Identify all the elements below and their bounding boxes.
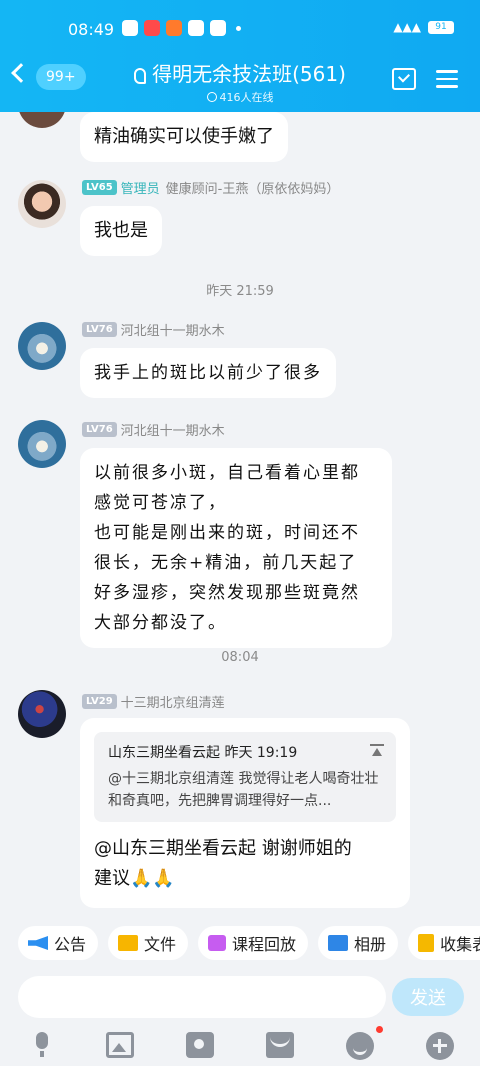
back-icon[interactable] (11, 63, 31, 83)
message-bubble[interactable]: 我手上的斑比以前少了很多 (80, 348, 336, 398)
camera-icon[interactable] (186, 1032, 214, 1058)
level-badge: LV29 (82, 694, 117, 709)
sender-name[interactable]: 健康顾问-王燕（原依依妈妈） (166, 178, 340, 197)
group-title: 得明无余技法班(561) (120, 58, 360, 87)
avatar[interactable] (18, 420, 66, 468)
quote-body: @十三期北京组清莲 我觉得让老人喝奇壮壮和奇真吧，先把脾胃调理得好一点... (108, 771, 379, 809)
app-notification-icon (122, 20, 138, 36)
shortcut-files[interactable]: 文件 (108, 926, 189, 960)
message-input[interactable] (18, 976, 386, 1018)
app-notification-icon (166, 20, 182, 36)
sender-line: LV76 河北组十一期水木 (82, 320, 225, 339)
online-count: 416人在线 (120, 89, 360, 105)
megaphone-icon (28, 936, 48, 950)
quoted-message[interactable]: 山东三期坐看云起 昨天 19:19 @十三期北京组清莲 我觉得让老人喝奇壮壮和奇… (94, 732, 396, 822)
chat-header: 08:49 ▲▲▲ 91 99+ 得明无余技法班(561) 416人在线 (0, 0, 480, 112)
plus-icon[interactable] (426, 1032, 454, 1060)
sender-name[interactable]: 河北组十一期水木 (121, 420, 225, 439)
form-icon (418, 934, 435, 952)
message-bubble[interactable]: 精油确实可以使手嫩了 (80, 112, 288, 162)
battery-icon: 91 (428, 20, 454, 34)
admin-tag: 管理员 (120, 182, 160, 197)
timestamp: 08:04 (221, 650, 259, 665)
level-badge: LV76 (82, 322, 117, 337)
timestamp: 昨天 21:59 (206, 284, 274, 299)
microphone-icon[interactable] (28, 1032, 56, 1058)
sender-name[interactable]: 十三期北京组清莲 (121, 692, 225, 711)
shortcut-collect-form[interactable]: 收集表 (408, 926, 480, 960)
level-badge: LV76 (82, 422, 117, 437)
sender-name[interactable]: 河北组十一期水木 (121, 320, 225, 339)
app-notification-icon (144, 20, 160, 36)
unread-badge[interactable]: 99+ (36, 64, 86, 90)
shortcut-bar: 公告 文件 课程回放 相册 收集表 (18, 926, 480, 960)
image-icon[interactable] (106, 1032, 134, 1058)
folder-icon (118, 935, 139, 951)
red-packet-icon[interactable] (266, 1032, 294, 1058)
reply-text: @山东三期坐看云起 谢谢师姐的 建议🙏🙏 (94, 838, 352, 889)
shortcut-announcement[interactable]: 公告 (18, 926, 99, 960)
shortcut-album[interactable]: 相册 (318, 926, 399, 960)
emoji-icon[interactable] (346, 1032, 374, 1060)
status-bar: 08:49 ▲▲▲ 91 (0, 0, 480, 44)
avatar[interactable] (18, 180, 66, 228)
photo-icon (328, 935, 349, 951)
menu-icon[interactable] (436, 70, 458, 88)
shortcut-course-replay[interactable]: 课程回放 (198, 926, 309, 960)
system-icons: ▲▲▲ 91 (393, 20, 454, 34)
app-notification-icon (210, 20, 226, 36)
signal-icon: ▲▲▲ (393, 20, 421, 34)
input-toolbar (0, 1024, 480, 1066)
avatar[interactable] (18, 690, 66, 738)
more-notifications-icon (236, 26, 241, 31)
message-bubble[interactable]: 我也是 (80, 206, 162, 256)
online-icon (206, 92, 217, 102)
chat-area[interactable]: 精油确实可以使手嫩了 LV65 管理员 健康顾问-王燕（原依依妈妈） 我也是 昨… (0, 112, 480, 920)
notification-icons (122, 20, 241, 36)
level-badge: LV65 (82, 180, 117, 195)
avatar[interactable] (18, 322, 66, 370)
sender-line: LV65 管理员 健康顾问-王燕（原依依妈妈） (82, 178, 339, 197)
sender-line: LV29 十三期北京组清莲 (82, 692, 225, 711)
message-bubble[interactable]: 山东三期坐看云起 昨天 19:19 @十三期北京组清莲 我觉得让老人喝奇壮壮和奇… (80, 718, 410, 908)
group-title-block[interactable]: 得明无余技法班(561) 416人在线 (120, 58, 360, 105)
app-notification-icon (188, 20, 204, 36)
jump-to-quote-icon[interactable] (370, 744, 384, 758)
sender-line: LV76 河北组十一期水木 (82, 420, 225, 439)
notification-dot (376, 1026, 383, 1033)
tv-icon (208, 935, 227, 951)
send-button[interactable]: 发送 (392, 978, 464, 1016)
message-bubble[interactable]: 以前很多小斑，自己看着心里都 感觉可苍凉了， 也可能是刚出来的斑，时间还不 很长… (80, 448, 392, 648)
status-time: 08:49 (68, 20, 115, 39)
checkin-icon[interactable] (392, 68, 416, 90)
ear-icon (134, 67, 147, 84)
quote-author-time: 山东三期坐看云起 昨天 19:19 (108, 745, 298, 761)
avatar[interactable] (18, 112, 66, 128)
